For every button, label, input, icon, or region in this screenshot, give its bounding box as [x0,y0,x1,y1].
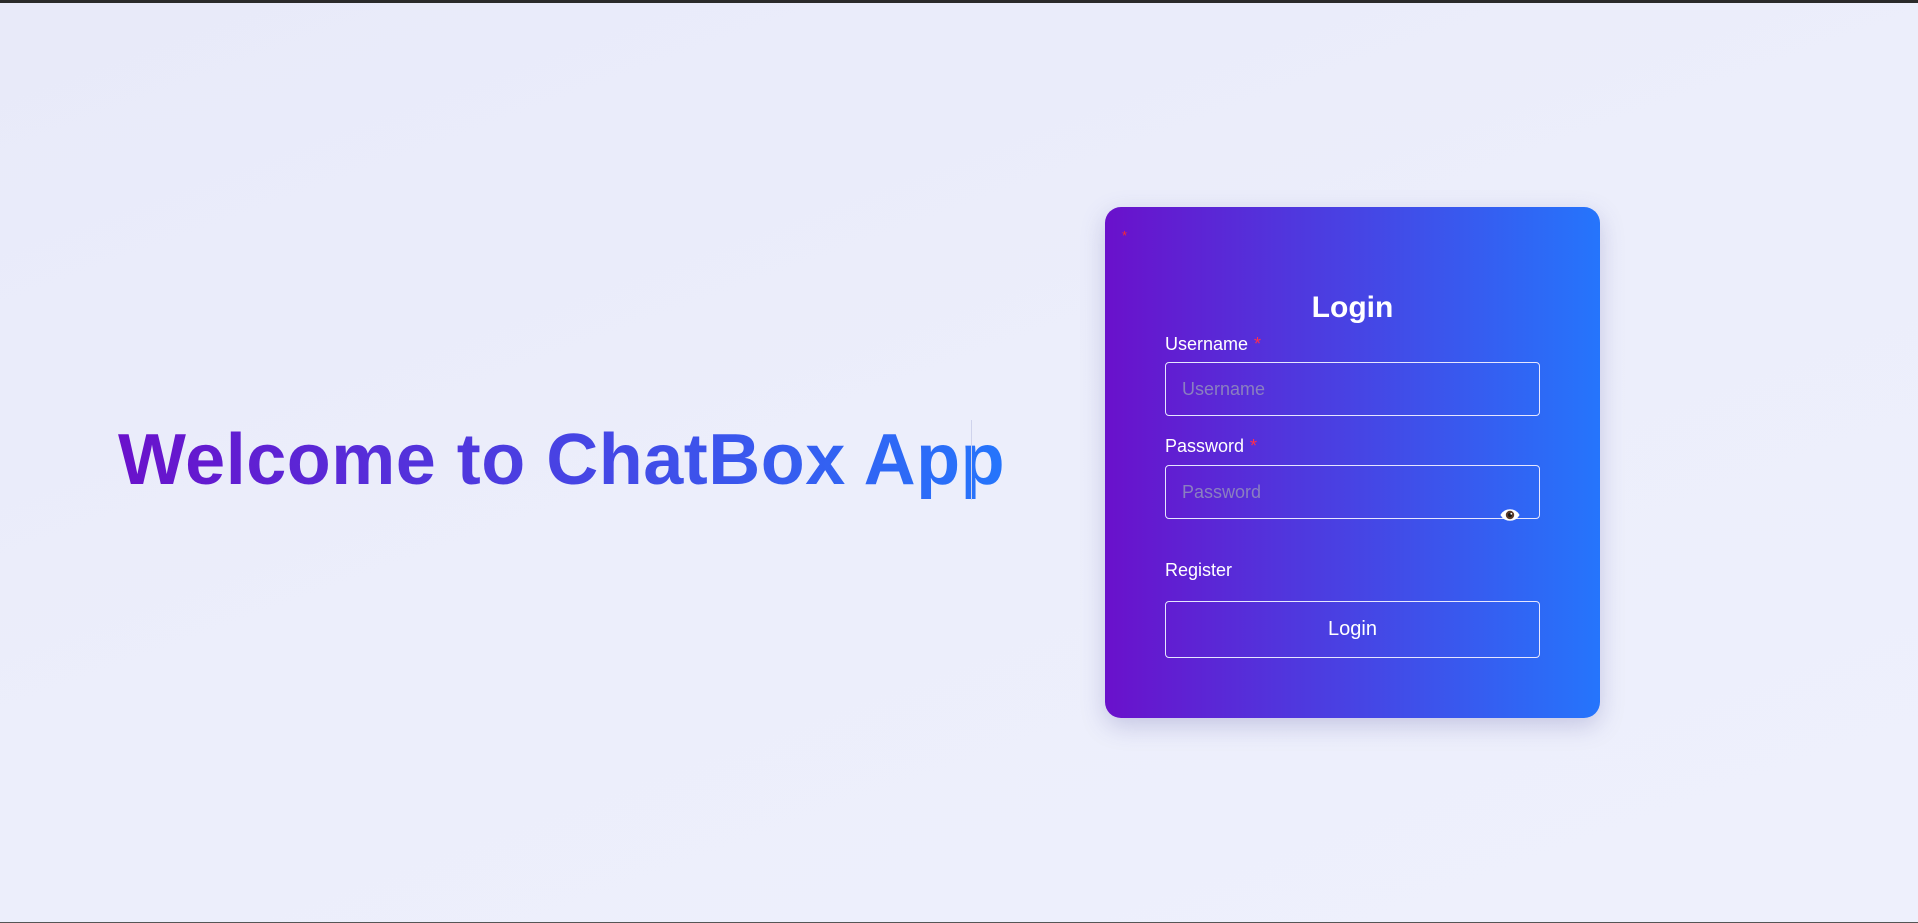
username-required-mark: * [1254,334,1262,354]
card-corner-mark: * [1122,228,1128,243]
eye-icon[interactable] [1499,504,1521,526]
login-card: * Login Username* Password* Register Log… [1105,207,1600,718]
top-border [0,0,1918,3]
password-required-mark: * [1250,436,1258,456]
username-label: Username * [1165,333,1261,355]
password-input[interactable] [1165,465,1540,519]
register-link[interactable]: Register [1165,559,1232,581]
login-title: Login [1311,291,1394,324]
typing-caret [971,420,972,500]
username-label-text: Username [1165,334,1249,354]
welcome-heading: Welcome to ChatBox App [118,420,1006,500]
login-button[interactable]: Login [1165,601,1540,658]
password-label-text: Password [1165,436,1245,456]
password-label: Password * [1165,435,1257,457]
username-input[interactable] [1165,362,1540,416]
